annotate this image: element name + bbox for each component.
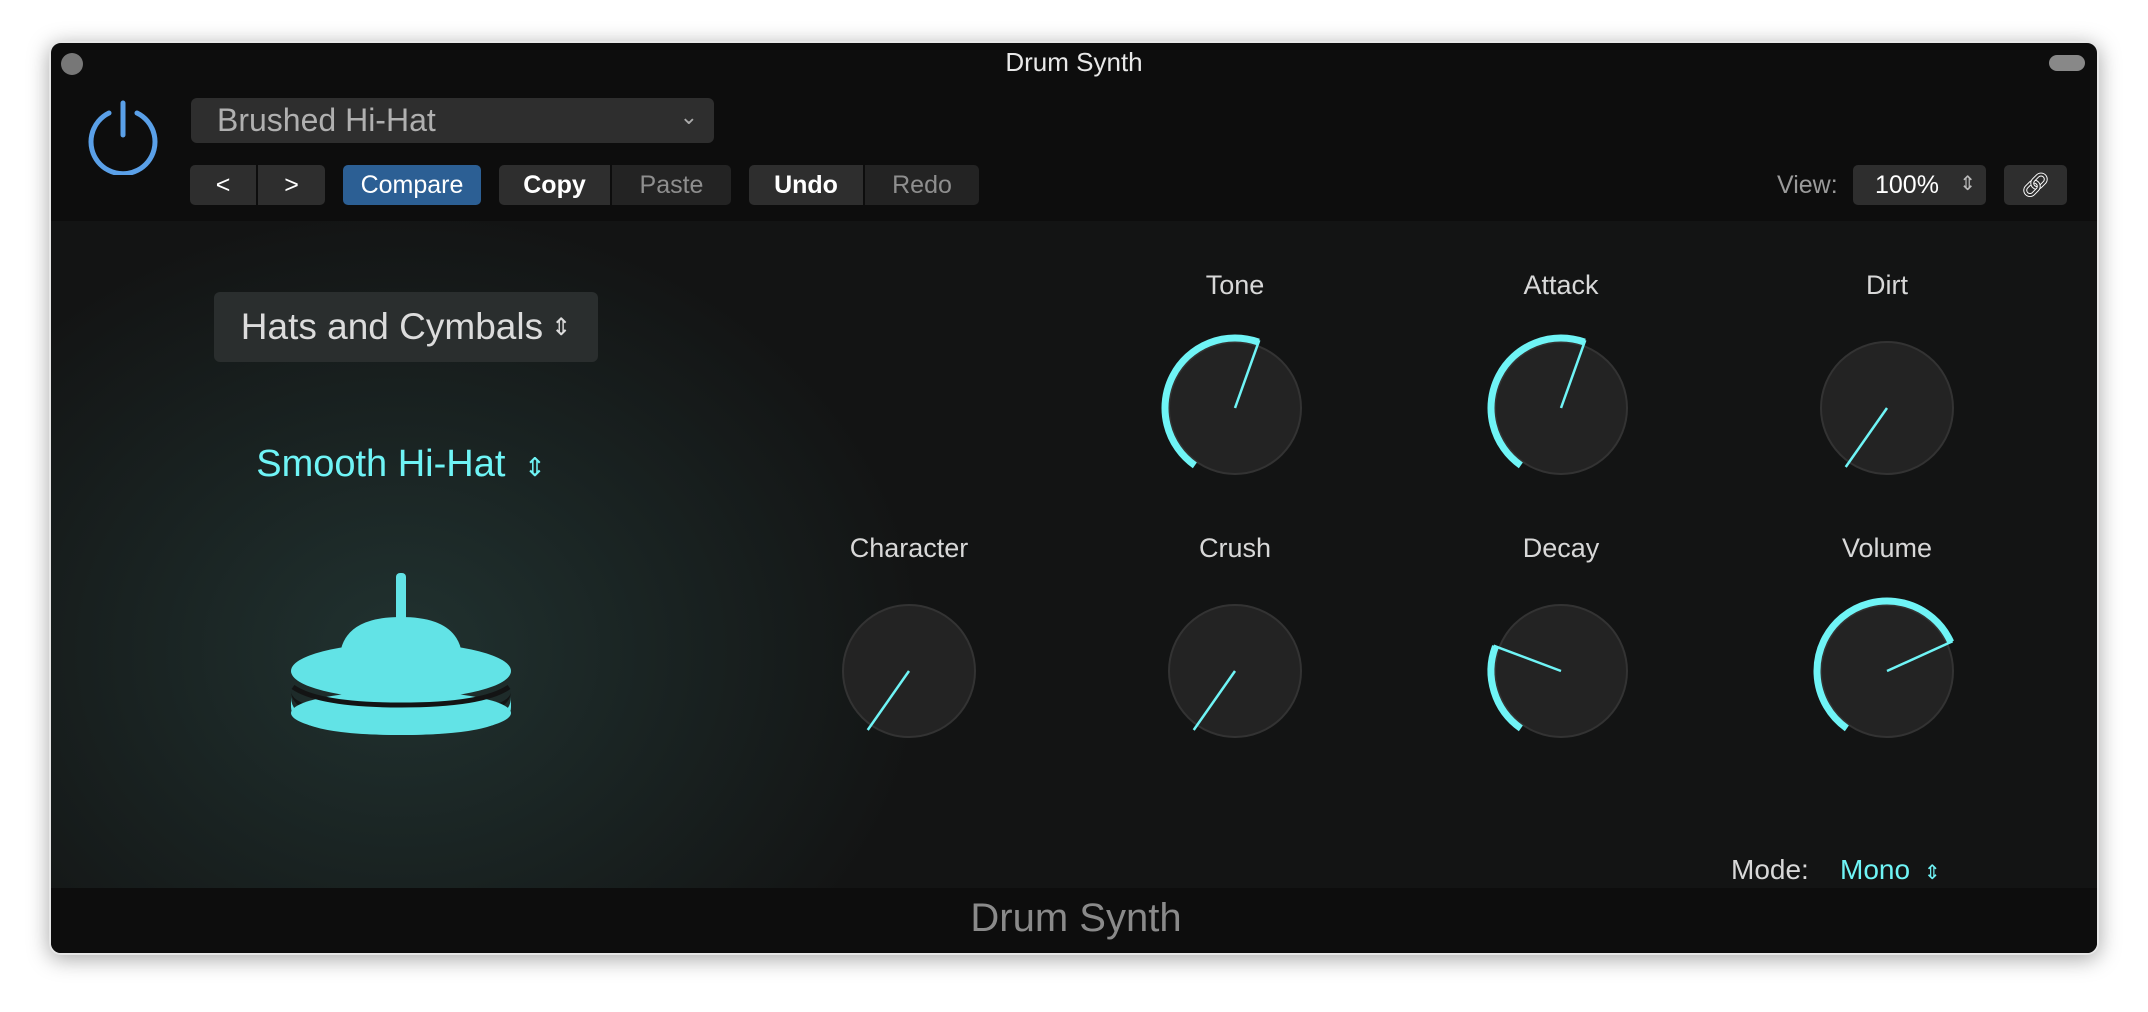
view-zoom-value: 100% [1875, 170, 1939, 199]
knob-character[interactable] [829, 591, 989, 751]
preset-name: Brushed Hi-Hat [217, 102, 436, 138]
redo-button[interactable]: Redo [865, 165, 979, 205]
chevron-down-icon: ⌄ [679, 104, 698, 129]
mode-value: Mono [1840, 854, 1911, 885]
up-down-chevron-icon: ⇕ [551, 313, 572, 341]
link-icon: 🔗︎ [2020, 171, 2051, 199]
knob-label: Crush [1198, 533, 1272, 563]
undo-button[interactable]: Undo [749, 165, 863, 205]
knob-attack[interactable] [1481, 328, 1641, 488]
compare-button[interactable]: Compare [343, 165, 481, 205]
knob-decay[interactable] [1481, 591, 1641, 751]
view-label: View: [1777, 171, 1838, 199]
view-zoom-dropdown[interactable]: 100% ⇕ [1853, 165, 1986, 205]
knob-label: Tone [1205, 270, 1265, 300]
next-preset-button[interactable]: > [258, 165, 325, 205]
knob-label: Volume [1841, 533, 1933, 563]
knob-volume[interactable] [1807, 591, 1967, 751]
up-down-chevron-icon: ⇕ [1923, 862, 1941, 884]
power-icon[interactable] [85, 99, 161, 175]
model-value: Smooth Hi-Hat [256, 443, 506, 485]
knob-tone[interactable] [1155, 328, 1315, 488]
plugin-window: Drum Synth Brushed Hi-Hat ⌄ < > Compare … [49, 41, 2099, 955]
copy-button[interactable]: Copy [499, 165, 610, 205]
previous-preset-button[interactable]: < [190, 165, 256, 205]
preset-dropdown[interactable]: Brushed Hi-Hat ⌄ [191, 98, 714, 143]
model-dropdown[interactable]: Smooth Hi-Hat ⇕ [151, 443, 651, 486]
knob-label: Decay [1522, 533, 1600, 563]
mode-label: Mode: [1731, 854, 1809, 885]
up-down-chevron-icon: ⇕ [523, 452, 546, 482]
knob-crush[interactable] [1155, 591, 1315, 751]
footer-title: Drum Synth [51, 888, 2097, 953]
mode-dropdown[interactable]: Mono ⇕ [1840, 854, 1941, 886]
knob-label: Character [849, 533, 969, 563]
knob-label: Attack [1523, 270, 1599, 300]
collapse-button[interactable] [2049, 55, 2085, 71]
up-down-chevron-icon: ⇕ [1959, 173, 1976, 195]
link-button[interactable]: 🔗︎ [2004, 165, 2067, 205]
hi-hat-icon [291, 573, 511, 735]
knob-label: Dirt [1866, 270, 1908, 300]
window-title: Drum Synth [1005, 47, 1143, 77]
paste-button[interactable]: Paste [612, 165, 731, 205]
instrument-panel: Hats and Cymbals ⇕ Smooth Hi-Hat ⇕ Tone A… [51, 221, 2097, 888]
category-dropdown[interactable]: Hats and Cymbals ⇕ [214, 292, 598, 362]
category-value: Hats and Cymbals [240, 306, 544, 347]
knob-dirt[interactable] [1807, 328, 1967, 488]
